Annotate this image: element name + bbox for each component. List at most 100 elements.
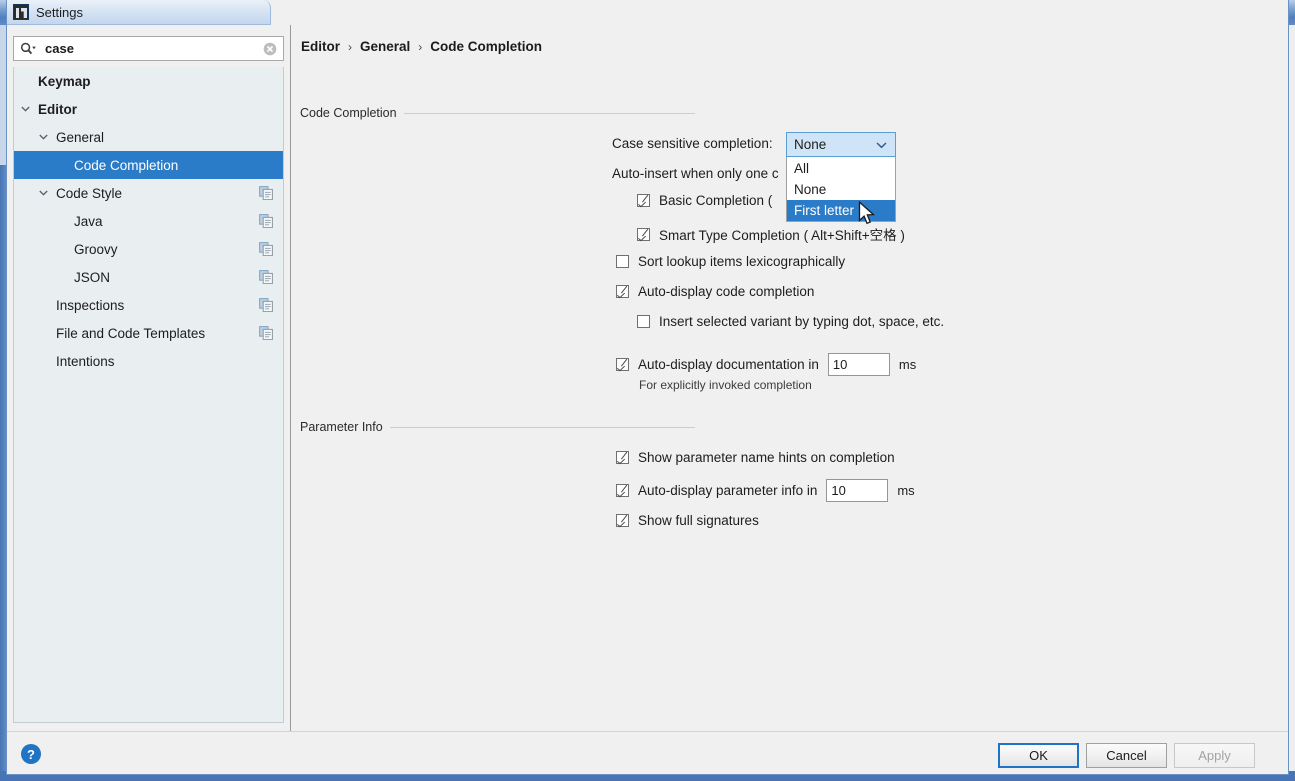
sidebar-item-keymap[interactable]: Keymap [14,67,283,95]
sidebar-item-json[interactable]: JSON [14,263,283,291]
combobox-dropdown-list[interactable]: All None First letter [786,157,896,222]
basic-completion-checkbox[interactable] [637,194,650,207]
intellij-idea-icon [13,4,29,20]
apply-button: Apply [1174,743,1255,768]
settings-dialog: Settings case Keymap Editor General Code… [6,0,1289,775]
smart-type-completion-checkbox[interactable] [637,227,650,241]
section-title: Code Completion [300,106,397,120]
auto-display-documentation-checkbox[interactable] [616,358,629,371]
sort-lookup-row[interactable]: Sort lookup items lexicographically [616,254,845,269]
combobox-selected-value: None [794,137,827,152]
sidebar-item-label: Editor [38,101,77,117]
breadcrumb-item-general[interactable]: General [360,39,410,54]
copy-scheme-icon[interactable] [259,242,273,256]
sidebar-item-java[interactable]: Java [14,207,283,235]
clear-circle-icon[interactable] [263,42,277,56]
case-sensitive-completion-combobox[interactable]: None [786,132,896,157]
documentation-delay-unit: ms [898,357,917,372]
sidebar-item-label: File and Code Templates [56,325,206,341]
auto-display-documentation-label: Auto-display documentation in [638,357,819,372]
sort-lookup-label: Sort lookup items lexicographically [638,254,846,269]
combobox-option-none[interactable]: None [787,179,895,200]
insert-selected-variant-row[interactable]: Insert selected variant by typing dot, s… [637,314,944,329]
basic-completion-label: Basic Completion ( [659,193,773,208]
auto-display-parameter-info-label: Auto-display parameter info in [638,483,818,498]
breadcrumb-separator-icon: › [348,39,352,54]
section-header-parameter-info: Parameter Info [300,420,695,434]
parameter-info-delay-input[interactable] [826,479,889,502]
sidebar-item-inspections[interactable]: Inspections [14,291,283,319]
copy-scheme-icon[interactable] [259,270,273,284]
show-parameter-hints-label: Show parameter name hints on completion [638,450,895,465]
help-label: ? [27,746,35,762]
parameter-info-delay-unit: ms [897,483,915,498]
sidebar-item-label: Groovy [74,241,118,257]
ok-button[interactable]: OK [998,743,1079,768]
show-full-signatures-row[interactable]: Show full signatures [616,513,759,528]
sidebar-item-groovy[interactable]: Groovy [14,235,283,263]
sidebar-item-label: General [56,129,105,145]
settings-content-pane: Editor › General › Code Completion Code … [292,25,1288,731]
sidebar-item-editor[interactable]: Editor [14,95,283,123]
question-mark-icon[interactable]: ? [21,744,41,764]
sidebar-item-general[interactable]: General [14,123,283,151]
section-divider [389,426,695,428]
auto-display-parameter-info-checkbox[interactable] [616,484,629,497]
sidebar-item-label: Java [74,213,103,229]
show-parameter-hints-row[interactable]: Show parameter name hints on completion [616,450,895,465]
documentation-hint: For explicitly invoked completion [639,378,812,392]
insert-selected-variant-checkbox[interactable] [637,315,650,328]
sidebar-item-label: Code Completion [74,157,179,173]
combobox-option-all[interactable]: All [787,158,895,179]
sidebar-item-intentions[interactable]: Intentions [14,347,283,375]
show-full-signatures-checkbox[interactable] [616,514,629,527]
copy-scheme-icon[interactable] [259,186,273,200]
search-input[interactable] [37,41,263,56]
sort-lookup-checkbox[interactable] [616,255,629,268]
settings-sidebar: Keymap Editor General Code Completion Code S… [7,25,291,731]
sidebar-item-code-style[interactable]: Code Style [14,179,283,207]
auto-display-parameter-info-row[interactable]: Auto-display parameter info in ms [616,479,915,502]
copy-scheme-icon[interactable] [259,326,273,340]
breadcrumb-separator-icon: › [418,39,423,54]
dialog-title: Settings [36,4,83,20]
auto-display-code-completion-row[interactable]: Auto-display code completion [616,284,814,299]
sidebar-item-label: Inspections [56,297,125,313]
search-dropdown-icon[interactable] [20,42,37,56]
dialog-footer: ? OK Cancel Apply [7,731,1288,774]
sidebar-item-code-completion[interactable]: Code Completion [14,151,283,179]
breadcrumb-item-code-completion[interactable]: Code Completion [430,39,542,54]
basic-completion-row[interactable]: Basic Completion ( [637,193,772,208]
copy-scheme-icon[interactable] [259,214,273,228]
auto-display-code-completion-label: Auto-display code completion [638,284,815,299]
smart-type-completion-label: Smart Type Completion ( Alt+Shift+空格 ) [659,228,905,243]
auto-insert-label-row: Auto-insert when only one c [612,166,779,181]
sidebar-item-label: Code Style [56,185,123,201]
section-header-code-completion: Code Completion [300,106,695,120]
smart-type-completion-row[interactable]: Smart Type Completion ( Alt+Shift+空格 ) [637,224,905,244]
dialog-button-bar: OK Cancel Apply [998,743,1255,768]
copy-scheme-icon[interactable] [259,298,273,312]
chevron-down-icon[interactable] [36,130,50,144]
chevron-down-icon[interactable] [36,186,50,200]
settings-tree[interactable]: Keymap Editor General Code Completion Code S… [13,67,284,723]
auto-insert-label: Auto-insert when only one c [612,166,779,181]
auto-display-documentation-row[interactable]: Auto-display documentation in ms [616,353,916,376]
sidebar-item-label: Keymap [38,73,91,89]
search-field-wrapper[interactable] [13,36,284,61]
sidebar-item-label: Intentions [56,353,115,369]
cancel-button[interactable]: Cancel [1086,743,1167,768]
dialog-titlebar[interactable]: Settings [7,0,271,25]
documentation-delay-input[interactable] [827,353,890,376]
section-divider [403,112,695,114]
dialog-body: Keymap Editor General Code Completion Code S… [7,25,1288,731]
chevron-down-icon[interactable] [18,102,32,116]
chevron-down-icon [876,141,887,149]
breadcrumb: Editor › General › Code Completion [301,39,542,54]
show-parameter-hints-checkbox[interactable] [616,451,629,464]
sidebar-item-file-and-code-templates[interactable]: File and Code Templates [14,319,283,347]
case-sensitive-completion-label: Case sensitive completion: [612,136,773,151]
auto-display-code-completion-checkbox[interactable] [616,285,629,298]
combobox-option-first-letter[interactable]: First letter [787,200,895,221]
breadcrumb-item-editor[interactable]: Editor [301,39,340,54]
